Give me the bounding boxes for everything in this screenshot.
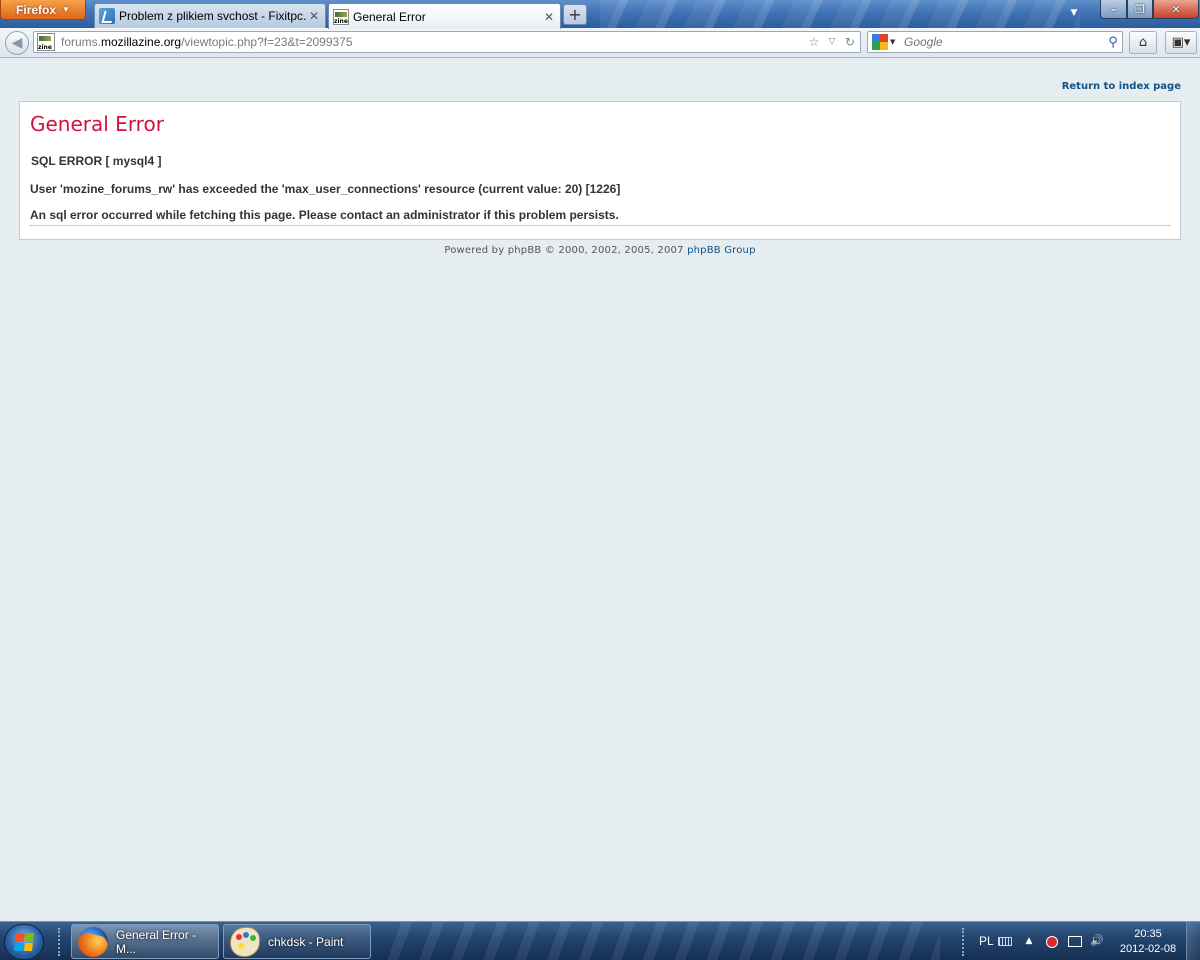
close-tab-icon[interactable]: ✕	[307, 9, 321, 23]
divider	[29, 225, 1171, 226]
firefox-icon	[78, 926, 108, 957]
page-title: General Error	[30, 112, 164, 136]
address-bar[interactable]: forums.mozillazine.org/viewtopic.php?f=2…	[33, 31, 861, 53]
url-domain: mozillazine.org	[101, 35, 182, 49]
home-button[interactable]: ⌂	[1129, 31, 1157, 54]
taskbar-grip[interactable]	[58, 928, 62, 956]
clock-date: 2012-02-08	[1119, 943, 1177, 955]
bookmarks-button[interactable]: ▣▾	[1165, 31, 1197, 54]
network-icon[interactable]	[1068, 936, 1082, 947]
page-content: Return to index page General Error SQL E…	[0, 59, 1200, 921]
close-icon: ✕	[1171, 2, 1181, 16]
taskbar: General Error - M... chkdsk - Paint PL ▲…	[0, 921, 1200, 960]
bookmarks-icon: ▣▾	[1171, 35, 1191, 50]
home-icon: ⌂	[1138, 35, 1148, 50]
new-tab-button[interactable]: +	[563, 4, 587, 25]
history-dropdown-icon[interactable]: ▽	[824, 37, 840, 47]
taskbar-item-label: chkdsk - Paint	[268, 934, 344, 949]
reload-icon[interactable]: ↻	[842, 35, 858, 49]
windows-logo-icon	[14, 933, 34, 951]
user-error-text: User 'mozine_forums_rw' has exceeded the…	[30, 182, 621, 196]
minimize-button[interactable]: –	[1100, 0, 1127, 19]
taskbar-decoration	[380, 922, 940, 960]
search-input[interactable]	[904, 35, 1104, 49]
tab-general-error[interactable]: General Error ✕	[328, 3, 561, 29]
restore-icon: ❐	[1135, 2, 1145, 16]
close-tab-icon[interactable]: ✕	[542, 10, 556, 24]
title-bar: Firefox ▼ Problem z plikiem svchost - Fi…	[0, 0, 1200, 29]
taskbar-item-label: General Error - M...	[116, 927, 197, 956]
footer-text: Powered by phpBB © 2000, 2002, 2005, 200…	[444, 245, 688, 256]
system-clock[interactable]: 20:35 2012-02-08	[1116, 927, 1180, 957]
paint-icon	[230, 926, 260, 957]
search-bar[interactable]: ▼ ⚲	[867, 31, 1123, 53]
plus-icon: +	[568, 5, 582, 24]
phpbb-group-link[interactable]: phpBB Group	[687, 245, 756, 256]
site-identity-icon[interactable]	[37, 33, 55, 51]
clock-time: 20:35	[1134, 928, 1162, 940]
chevron-down-icon: ▼	[62, 5, 70, 14]
admin-message-text: An sql error occurred while fetching thi…	[30, 208, 619, 222]
taskbar-item-paint[interactable]: chkdsk - Paint	[223, 924, 371, 959]
tab-title: Problem z plikiem svchost - Fixitpc.pl	[119, 9, 307, 23]
show-desktop-button[interactable]	[1186, 922, 1200, 960]
return-to-index-link[interactable]: Return to index page	[1062, 81, 1181, 92]
url-text[interactable]: forums.mozillazine.org/viewtopic.php?f=2…	[61, 35, 806, 49]
tab-fixitpc[interactable]: Problem z plikiem svchost - Fixitpc.pl ✕	[94, 3, 326, 28]
fixitpc-favicon-icon	[99, 8, 115, 24]
mozillazine-favicon-icon	[333, 8, 349, 25]
firefox-menu-label: Firefox	[16, 2, 57, 17]
chevron-down-icon[interactable]: ▼	[890, 38, 900, 46]
taskbar-item-firefox[interactable]: General Error - M...	[71, 924, 219, 959]
keyboard-icon[interactable]	[998, 937, 1012, 946]
tray-grip[interactable]	[962, 928, 966, 956]
firefox-menu-button[interactable]: Firefox ▼	[0, 0, 86, 20]
footer: Powered by phpBB © 2000, 2002, 2005, 200…	[0, 245, 1200, 256]
list-all-tabs-icon[interactable]: ▼	[1066, 5, 1082, 21]
language-indicator[interactable]: PL	[979, 934, 994, 948]
navigation-toolbar: ◀ forums.mozillazine.org/viewtopic.php?f…	[0, 28, 1200, 58]
maximize-button[interactable]: ❐	[1127, 0, 1153, 19]
minimize-icon: –	[1110, 2, 1117, 16]
error-panel: General Error SQL ERROR [ mysql4 ] User …	[19, 101, 1181, 240]
close-window-button[interactable]: ✕	[1153, 0, 1199, 19]
titlebar-decoration	[600, 0, 1080, 28]
url-prefix: forums.	[61, 35, 102, 49]
arrow-left-icon: ◀	[11, 35, 23, 51]
alarm-clock-icon[interactable]	[1046, 936, 1058, 948]
star-bookmark-icon[interactable]: ☆	[806, 35, 822, 49]
start-button[interactable]	[4, 924, 44, 960]
show-hidden-icons-icon[interactable]: ▲	[1022, 935, 1036, 947]
search-icon[interactable]: ⚲	[1104, 35, 1122, 50]
google-icon[interactable]	[872, 34, 888, 50]
volume-icon[interactable]: 🔊	[1090, 935, 1104, 947]
back-button[interactable]: ◀	[5, 31, 29, 55]
url-path: /viewtopic.php?f=23&t=2099375	[181, 35, 353, 49]
tab-title: General Error	[353, 9, 426, 24]
sql-error-text: SQL ERROR [ mysql4 ]	[31, 154, 162, 168]
